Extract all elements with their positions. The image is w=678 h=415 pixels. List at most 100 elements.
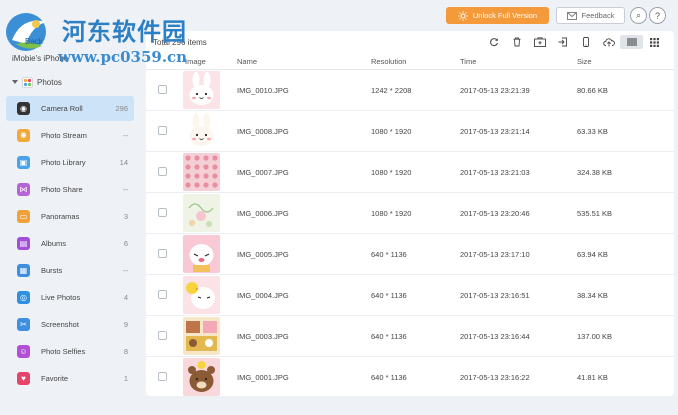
photo-library-icon: ▣: [17, 156, 30, 169]
grid-view-button[interactable]: [643, 35, 666, 49]
search-button[interactable]: ⌕: [630, 7, 647, 24]
file-name: IMG_0006.JPG: [237, 209, 289, 218]
table-row[interactable]: IMG_0010.JPG 1242 * 2208 2017-05-13 23:21:…: [146, 70, 674, 111]
photo-thumbnail[interactable]: [183, 317, 220, 355]
photo-thumbnail[interactable]: [183, 153, 220, 191]
sunflower-icon: ✺: [17, 129, 30, 142]
list-view-button[interactable]: [620, 35, 643, 49]
resolution: 640 * 1136: [371, 250, 407, 259]
grid-view-icon: [650, 37, 659, 47]
delete-button[interactable]: [505, 35, 528, 49]
sidebar-item-count: 14: [119, 158, 128, 167]
column-header-name[interactable]: Name: [237, 57, 257, 66]
sidebar-item-camera-roll[interactable]: ◉ Camera Roll 296: [6, 96, 134, 121]
chevron-down-icon: [12, 80, 18, 84]
file-size: 137.00 KB: [577, 332, 613, 341]
watermark-logo-icon: Back: [6, 13, 46, 51]
file-name: IMG_0008.JPG: [237, 127, 289, 136]
photo-thumbnail[interactable]: [183, 276, 220, 314]
selfie-icon: ☺: [17, 345, 30, 358]
photo-thumbnail[interactable]: [183, 358, 220, 396]
column-header-size[interactable]: Size: [577, 57, 592, 66]
sidebar-item-photo-selfies[interactable]: ☺ Photo Selfies 8: [6, 339, 134, 364]
file-name: IMG_0007.JPG: [237, 168, 289, 177]
feedback-label: Feedback: [581, 11, 615, 20]
unlock-full-version-button[interactable]: Unlock Full Version: [446, 7, 549, 24]
feedback-button[interactable]: Feedback: [556, 7, 625, 24]
photo-thumbnail[interactable]: [183, 194, 220, 232]
help-button[interactable]: ?: [649, 7, 666, 24]
sidebar-item-photo-share[interactable]: ⋈ Photo Share --: [6, 177, 134, 202]
sidebar-item-count: --: [123, 185, 128, 194]
sidebar-item-count: --: [123, 131, 128, 140]
camera-icon: ◉: [17, 102, 30, 115]
row-checkbox[interactable]: [158, 372, 167, 381]
row-checkbox[interactable]: [158, 331, 167, 340]
sidebar-item-count: 4: [123, 293, 128, 302]
table-row[interactable]: IMG_0004.JPG 640 * 1136 2017-05-13 23:16:5…: [146, 275, 674, 316]
sidebar-item-count: 9: [123, 320, 128, 329]
table-header: Image Name Resolution Time Size: [146, 53, 674, 70]
row-checkbox[interactable]: [158, 167, 167, 176]
table-row[interactable]: IMG_0006.JPG 1080 * 1920 2017-05-13 23:20:…: [146, 193, 674, 234]
timestamp: 2017-05-13 23:21:14: [460, 127, 530, 136]
table-row[interactable]: IMG_0007.JPG 1080 * 1920 2017-05-13 23:21:…: [146, 152, 674, 193]
to-device-icon: [582, 37, 589, 47]
live-photos-icon: ◎: [17, 291, 30, 304]
add-photo-button[interactable]: [528, 35, 551, 49]
photo-thumbnail[interactable]: [183, 71, 220, 109]
table-row[interactable]: IMG_0008.JPG 1080 * 1920 2017-05-13 23:21:…: [146, 111, 674, 152]
sidebar-item-label: Photo Share: [41, 185, 83, 194]
sidebar-item-count: 1: [123, 374, 128, 383]
photo-thumbnail[interactable]: [183, 235, 220, 273]
timestamp: 2017-05-13 23:16:51: [460, 291, 530, 300]
row-checkbox[interactable]: [158, 126, 167, 135]
sidebar-item-albums[interactable]: ▤ Albums 6: [6, 231, 134, 256]
table-row[interactable]: IMG_0001.JPG 640 * 1136 2017-05-13 23:16:2…: [146, 357, 674, 398]
refresh-button[interactable]: [482, 35, 505, 49]
row-checkbox[interactable]: [158, 208, 167, 217]
sidebar-item-live-photos[interactable]: ◎ Live Photos 4: [6, 285, 134, 310]
row-checkbox[interactable]: [158, 249, 167, 258]
photos-category[interactable]: Photos: [12, 75, 62, 89]
sidebar-item-favorite[interactable]: ♥ Favorite 1: [6, 366, 134, 391]
file-name: IMG_0010.JPG: [237, 86, 289, 95]
list-view-icon: [626, 38, 637, 46]
upload-cloud-button[interactable]: [597, 35, 620, 49]
sidebar-item-label: Photo Stream: [41, 131, 87, 140]
column-header-time[interactable]: Time: [460, 57, 476, 66]
heart-icon: ♥: [17, 372, 30, 385]
export-to-computer-button[interactable]: [551, 35, 574, 49]
file-name: IMG_0004.JPG: [237, 291, 289, 300]
search-icon: ⌕: [635, 10, 642, 20]
sidebar-item-label: Live Photos: [41, 293, 81, 302]
sidebar-item-photo-stream[interactable]: ✺ Photo Stream --: [6, 123, 134, 148]
timestamp: 2017-05-13 23:16:22: [460, 373, 530, 382]
table-row[interactable]: IMG_0005.JPG 640 * 1136 2017-05-13 23:17:1…: [146, 234, 674, 275]
sidebar-item-bursts[interactable]: ▦ Bursts --: [6, 258, 134, 283]
albums-icon: ▤: [17, 237, 30, 250]
sidebar: iMobie's iPhone Photos ◉ Camera Roll 296 ✺ P…: [0, 50, 140, 415]
file-size: 38.34 KB: [577, 291, 608, 300]
row-checkbox[interactable]: [158, 290, 167, 299]
sidebar-item-screenshot[interactable]: ✂ Screenshot 9: [6, 312, 134, 337]
file-size: 41.81 KB: [577, 373, 608, 382]
timestamp: 2017-05-13 23:21:39: [460, 86, 530, 95]
resolution: 640 * 1136: [371, 373, 407, 382]
table-row[interactable]: IMG_0003.JPG 640 * 1136 2017-05-13 23:16:4…: [146, 316, 674, 357]
sidebar-item-photo-library[interactable]: ▣ Photo Library 14: [6, 150, 134, 175]
timestamp: 2017-05-13 23:16:44: [460, 332, 530, 341]
upload-cloud-icon: [602, 38, 615, 47]
send-to-device-button[interactable]: [574, 35, 597, 49]
sidebar-item-panoramas[interactable]: ▭ Panoramas 3: [6, 204, 134, 229]
sidebar-item-label: Panoramas: [41, 212, 80, 221]
sidebar-item-label: Photo Selfies: [41, 347, 86, 356]
file-size: 535.51 KB: [577, 209, 613, 218]
sun-icon: [457, 10, 468, 21]
column-header-resolution[interactable]: Resolution: [371, 57, 406, 66]
export-icon: [558, 37, 567, 47]
row-checkbox[interactable]: [158, 85, 167, 94]
panorama-icon: ▭: [17, 210, 30, 223]
sidebar-item-count: 6: [123, 239, 128, 248]
photo-thumbnail[interactable]: [183, 112, 220, 150]
